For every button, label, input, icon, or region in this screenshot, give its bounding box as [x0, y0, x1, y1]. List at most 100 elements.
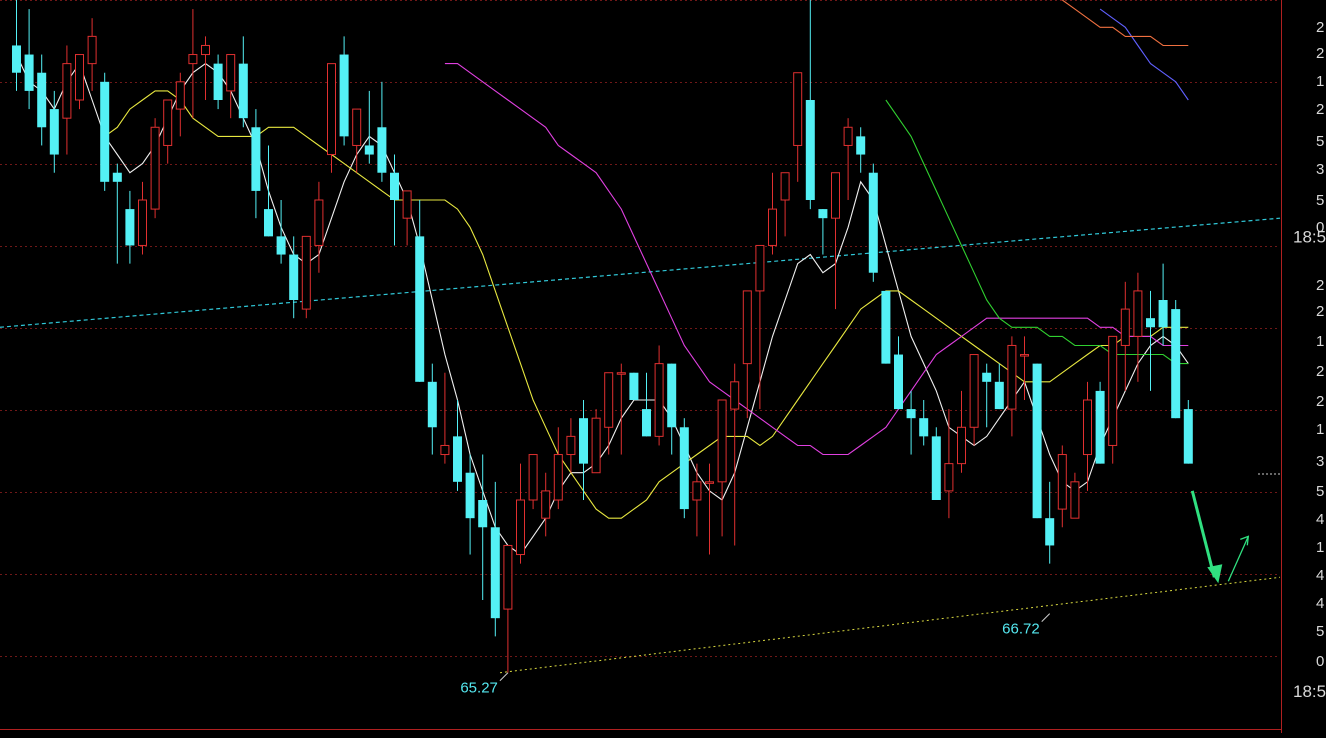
candle-body-45: [579, 418, 588, 464]
candle-body-22: [289, 254, 299, 300]
candle-body-14: [188, 54, 198, 65]
axis-fragment-11: 2: [1316, 363, 1324, 380]
candle-body-27: [352, 108, 362, 146]
candlestick-chart-svg: 65.2766.72 18:518:5221253502212213541445…: [0, 0, 1326, 733]
axis-fragment-1: 2: [1316, 45, 1324, 62]
candle-body-19: [251, 127, 261, 191]
candle-body-70: [894, 354, 903, 410]
axis-fragment-3: 2: [1316, 101, 1324, 118]
axis-fragment-21: 0: [1316, 653, 1324, 670]
candle-body-69: [881, 290, 891, 364]
candle-body-12: [163, 99, 173, 146]
candle-body-36: [465, 472, 475, 519]
candle-body-75: [957, 426, 966, 465]
candle-body-48: [616, 372, 626, 375]
candle-body-20: [264, 209, 273, 237]
candle-body-62: [793, 72, 803, 146]
candle-body-52: [667, 363, 677, 428]
axis-fragment-18: 4: [1316, 567, 1324, 584]
candle-body-0: [12, 45, 21, 73]
candle-body-87: [1108, 335, 1118, 446]
candle-body-55: [705, 481, 714, 484]
candle-body-2: [37, 72, 47, 128]
candle-body-49: [629, 372, 639, 400]
price-chart[interactable]: 65.27 66.72 18:5 18:5 2 2 1 2 5 3 5 0 2 2 1 2 2 1 3 5 4 1 4 4 5…: [0, 0, 1326, 733]
candle-body-43: [553, 454, 563, 501]
candle-body-33: [427, 381, 437, 428]
axis-fragment-4: 5: [1316, 133, 1324, 150]
candle-body-93: [1183, 409, 1193, 464]
candle-body-6: [87, 35, 97, 65]
candle-body-89: [1133, 290, 1143, 337]
candle-body-68: [868, 172, 878, 273]
candle-body-17: [226, 54, 236, 92]
candle-body-61: [780, 172, 790, 201]
candle-body-74: [944, 463, 954, 492]
candle-body-15: [201, 44, 210, 56]
candle-body-63: [805, 100, 815, 200]
axis-label-1: 18:5: [1293, 682, 1326, 701]
candle-body-30: [390, 172, 399, 200]
candle-body-24: [314, 199, 324, 246]
candle-body-35: [453, 436, 462, 482]
candle-body-42: [541, 490, 551, 519]
candle-body-65: [831, 172, 840, 219]
candle-body-83: [1057, 454, 1067, 510]
low-price-label-0: 65.27: [460, 680, 498, 697]
candle-body-23: [301, 235, 311, 310]
axis-fragment-6: 5: [1316, 192, 1324, 209]
candle-body-60: [768, 208, 777, 246]
candle-body-53: [679, 427, 689, 510]
axis-fragment-8: 2: [1316, 277, 1324, 294]
candle-body-38: [490, 527, 500, 619]
candle-body-4: [62, 63, 72, 119]
candle-body-91: [1158, 300, 1168, 328]
candle-body-34: [440, 444, 450, 456]
axis-fragment-16: 4: [1316, 511, 1324, 528]
candle-body-39: [503, 544, 513, 610]
candle-body-26: [339, 54, 349, 137]
candle-body-50: [642, 409, 651, 437]
candle-body-28: [364, 145, 374, 155]
candle-body-84: [1070, 481, 1080, 519]
candle-body-77: [982, 372, 992, 382]
candle-body-81: [1032, 363, 1042, 519]
candle-body-11: [150, 126, 160, 210]
candle-body-59: [755, 244, 765, 292]
axis-fragment-15: 5: [1316, 483, 1324, 500]
axis-fragment-17: 1: [1316, 539, 1324, 556]
candle-body-56: [717, 399, 727, 483]
candle-body-79: [1007, 344, 1017, 410]
candle-body-10: [138, 199, 147, 246]
axis-fragment-10: 1: [1316, 333, 1324, 350]
candle-body-86: [1095, 390, 1105, 464]
axis-fragment-12: 2: [1316, 393, 1324, 410]
candle-body-9: [125, 209, 135, 246]
axis-fragment-0: 2: [1316, 19, 1324, 36]
candle-body-78: [994, 381, 1004, 410]
candle-body-54: [692, 481, 702, 501]
axis-fragment-7: 0: [1316, 219, 1324, 236]
candle-body-40: [516, 499, 525, 556]
candle-body-31: [402, 190, 412, 219]
candle-body-16: [213, 63, 223, 100]
candle-body-90: [1146, 318, 1155, 328]
axis-fragment-13: 1: [1316, 421, 1324, 438]
candle-body-29: [377, 127, 387, 173]
candle-body-7: [100, 81, 110, 182]
candle-body-25: [327, 63, 336, 156]
axis-fragment-2: 1: [1316, 73, 1324, 90]
axis-fragment-5: 3: [1316, 161, 1324, 178]
candle-body-37: [478, 500, 488, 528]
low-price-label-1: 66.72: [1002, 621, 1040, 638]
candle-body-3: [49, 109, 59, 155]
candle-body-8: [112, 172, 122, 182]
candle-body-72: [919, 418, 929, 437]
candle-body-82: [1045, 518, 1055, 546]
candle-body-13: [175, 81, 185, 110]
candle-body-76: [969, 354, 979, 428]
candle-body-41: [528, 454, 538, 501]
candle-body-58: [742, 290, 752, 365]
candle-body-5: [75, 54, 84, 101]
candle-body-57: [730, 381, 740, 410]
